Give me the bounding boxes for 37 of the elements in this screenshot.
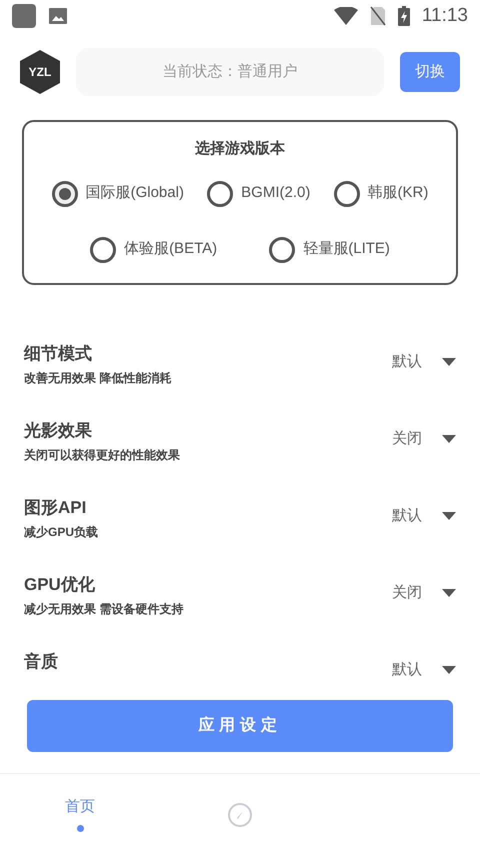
compass-icon (227, 802, 253, 828)
setting-description: 减少无用效果 需设备硬件支持 (24, 600, 184, 618)
apply-button[interactable]: 应用设定 (27, 700, 453, 752)
battery-icon (398, 6, 410, 26)
caret-icon (442, 512, 456, 520)
radio-option[interactable]: 国际服(Global) (52, 180, 184, 206)
status-field: 当前状态：普通用户 (76, 48, 384, 96)
setting-description: 关闭可以获得更好的性能效果 (24, 446, 181, 464)
radio-option[interactable]: 韩服(KR) (334, 180, 428, 206)
setting-title: 细节模式 (24, 343, 93, 365)
status-time: 11:13 (422, 4, 468, 28)
setting-title: GPU优化 (24, 574, 96, 596)
radio-option[interactable]: 体验服(BETA) (90, 236, 218, 262)
image-icon (48, 7, 68, 25)
setting-title: 光影效果 (24, 420, 93, 442)
card-title: 选择游戏版本 (194, 139, 286, 159)
radio-option[interactable]: 轻量服(LITE) (269, 236, 390, 262)
setting-title: 图形API (24, 497, 88, 519)
wifi-icon (334, 7, 358, 25)
caret-icon (442, 435, 456, 444)
caret-icon (442, 666, 456, 674)
radio-option[interactable]: BGMI(2.0) (207, 180, 310, 206)
setting-description: 减少GPU负载 (24, 524, 100, 540)
switch-button[interactable]: 切换 (400, 52, 460, 92)
setting-dropdown[interactable]: 默认 (392, 505, 456, 528)
setting-title: 音质 (24, 651, 59, 673)
setting-dropdown[interactable]: 默认 (392, 351, 456, 374)
setting-dropdown[interactable]: 关闭 (392, 428, 456, 450)
caret-icon (442, 589, 456, 598)
setting-dropdown[interactable]: 关闭 (392, 582, 456, 604)
caret-icon (442, 358, 456, 366)
logo: YZL (20, 50, 60, 94)
nav-tab[interactable]: 首页 (0, 774, 160, 853)
no-sim-icon (370, 6, 386, 26)
app-icon (12, 4, 36, 28)
setting-description: 改善无用效果 降低性能消耗 (24, 370, 172, 386)
setting-dropdown[interactable]: 默认 (392, 659, 456, 682)
